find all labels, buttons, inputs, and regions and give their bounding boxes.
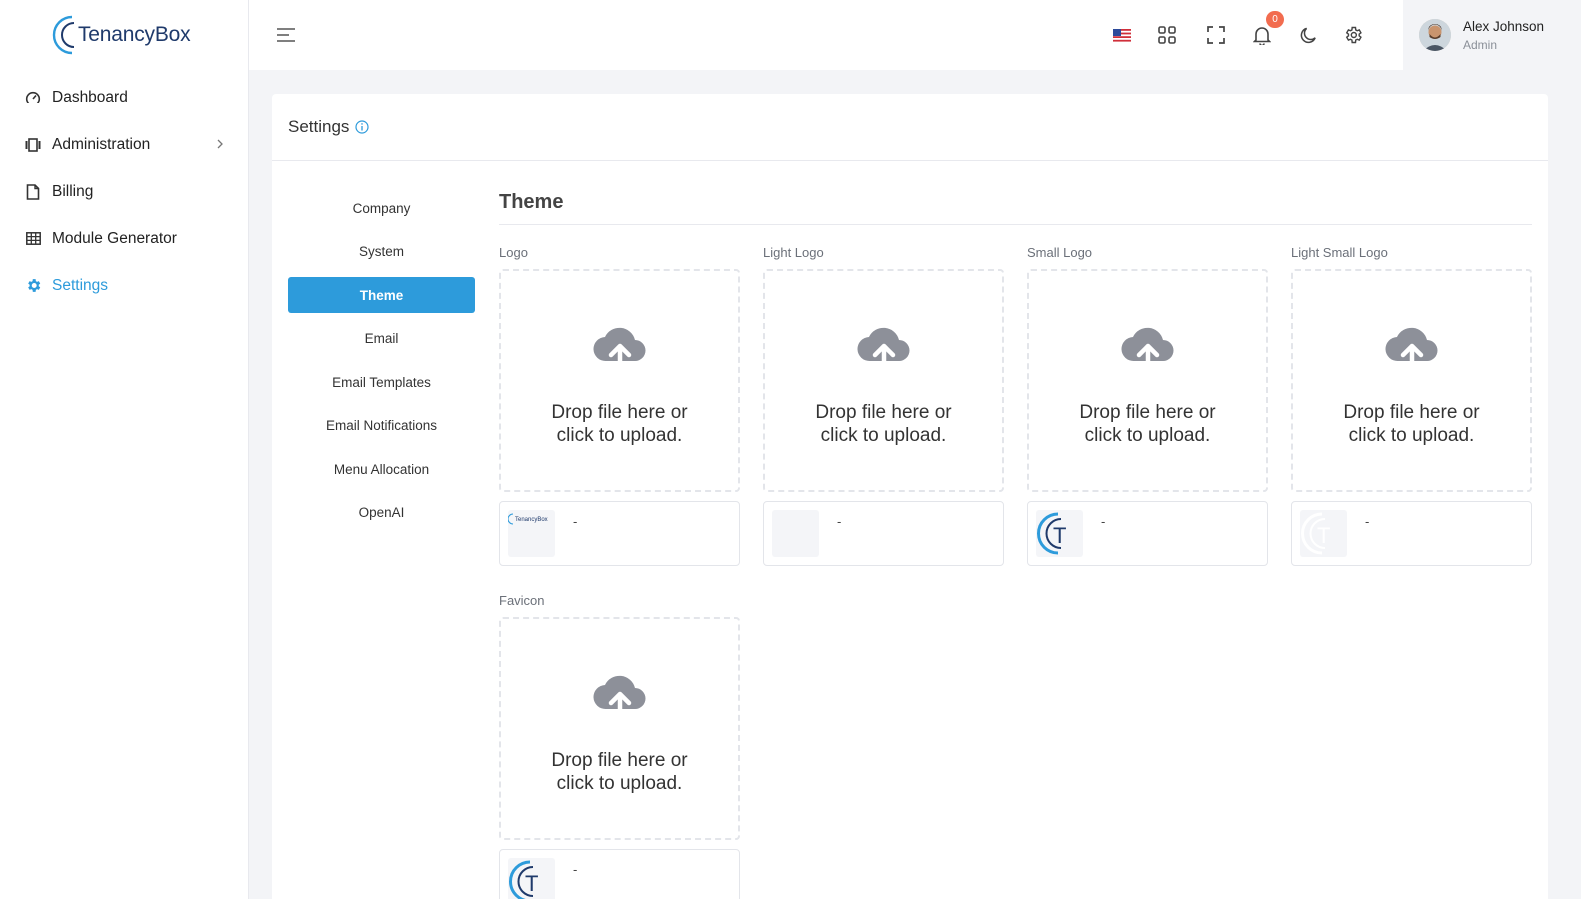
dark-mode-moon-icon[interactable]: [1296, 23, 1320, 47]
favicon-field: Favicon Drop file here or click to upload…: [499, 592, 740, 899]
dropzone-text: Drop file here or click to upload.: [815, 402, 952, 446]
field-label: Favicon: [499, 593, 545, 608]
preview-filename: -: [1101, 514, 1106, 529]
light-logo-thumbnail: [772, 510, 819, 557]
favicon-preview[interactable]: T -: [499, 849, 740, 899]
small-logo-preview[interactable]: T -: [1027, 501, 1268, 566]
info-icon[interactable]: [355, 120, 370, 134]
avatar: [1419, 19, 1451, 51]
sidebar-item-settings[interactable]: Settings: [0, 262, 248, 309]
logo-field: Logo Drop file here or click to upload. T…: [499, 244, 740, 566]
chevron-right-icon: [216, 137, 224, 155]
light-logo-preview[interactable]: -: [763, 501, 1004, 566]
topbar: 0 Alex Johnson Admin: [249, 0, 1581, 70]
light-small-logo-field: Light Small Logo Drop file here or click …: [1291, 244, 1532, 566]
tab-email-templates[interactable]: Email Templates: [288, 364, 475, 400]
sidebar-item-label: Settings: [52, 276, 109, 294]
settings-gear-icon[interactable]: [1341, 23, 1365, 47]
sidebar-item-label: Dashboard: [52, 88, 128, 106]
preview-filename: -: [837, 514, 842, 529]
svg-text:T: T: [1317, 523, 1330, 548]
field-label: Small Logo: [1027, 245, 1093, 260]
sidebar-item-label: Administration: [52, 135, 151, 153]
light-small-logo-preview[interactable]: T -: [1291, 501, 1532, 566]
small-logo-thumbnail: T: [1036, 510, 1083, 557]
field-label: Logo: [499, 245, 528, 260]
sidebar-nav: Dashboard Administration Billing Module …: [0, 70, 248, 309]
tab-system[interactable]: System: [288, 234, 475, 270]
brand-mark-icon: [52, 15, 75, 55]
sidebar-item-label: Billing: [52, 182, 94, 200]
tab-email-notifications[interactable]: Email Notifications: [288, 408, 475, 444]
user-name: Alex Johnson: [1463, 18, 1545, 34]
cloud-upload-icon: [1384, 327, 1437, 373]
light-logo-dropzone[interactable]: Drop file here or click to upload.: [763, 269, 1004, 492]
page-title: Settings: [288, 117, 350, 136]
sidebar-item-module-generator[interactable]: Module Generator: [0, 215, 248, 262]
grid-icon: [24, 230, 42, 248]
brand-name: TenancyBox: [78, 23, 191, 46]
sidebar-item-billing[interactable]: Billing: [0, 168, 248, 215]
small-logo-field: Small Logo Drop file here or click to upl…: [1027, 244, 1268, 566]
preview-filename: -: [1365, 514, 1370, 529]
preview-filename: -: [573, 514, 578, 529]
favicon-dropzone[interactable]: Drop file here or click to upload.: [499, 617, 740, 840]
logo-dropzone[interactable]: Drop file here or click to upload.: [499, 269, 740, 492]
menu-toggle-icon[interactable]: [275, 24, 297, 46]
light-small-logo-dropzone[interactable]: Drop file here or click to upload.: [1291, 269, 1532, 492]
dropzone-text: Drop file here or click to upload.: [551, 750, 688, 794]
tab-theme[interactable]: Theme: [288, 277, 475, 313]
cloud-upload-icon: [592, 675, 645, 721]
gear-icon: [24, 277, 42, 295]
light-small-logo-thumbnail: T: [1300, 510, 1347, 557]
tab-openai[interactable]: OpenAI: [288, 495, 475, 531]
tab-menu-allocation[interactable]: Menu Allocation: [288, 451, 475, 487]
svg-text:T: T: [525, 871, 538, 896]
logo-preview[interactable]: TenancyBox -: [499, 501, 740, 566]
tab-email[interactable]: Email: [288, 321, 475, 357]
fullscreen-icon[interactable]: [1204, 23, 1228, 47]
svg-text:T: T: [1053, 523, 1066, 548]
language-flag-icon[interactable]: [1110, 23, 1134, 47]
file-icon: [24, 183, 42, 201]
card-header: Settings: [272, 94, 1548, 161]
preview-filename: -: [573, 862, 578, 877]
brand-logo[interactable]: TenancyBox: [0, 0, 248, 70]
cloud-upload-icon: [592, 327, 645, 373]
speedometer-icon: [24, 89, 42, 107]
tab-company[interactable]: Company: [288, 190, 475, 226]
svg-text:TenancyBox: TenancyBox: [515, 517, 548, 523]
sidebar: TenancyBox Dashboard Administration Bill…: [0, 0, 249, 899]
favicon-thumbnail: T: [508, 858, 555, 899]
sidebar-item-label: Module Generator: [52, 229, 177, 247]
field-label: Light Small Logo: [1291, 245, 1388, 260]
admin-icon: [24, 136, 42, 154]
dropzone-text: Drop file here or click to upload.: [551, 402, 688, 446]
light-logo-field: Light Logo Drop file here or click to upl…: [763, 244, 1004, 566]
small-logo-dropzone[interactable]: Drop file here or click to upload.: [1027, 269, 1268, 492]
logo-thumbnail: TenancyBox: [508, 510, 555, 557]
sidebar-item-dashboard[interactable]: Dashboard: [0, 74, 248, 121]
cloud-upload-icon: [1120, 327, 1173, 373]
apps-grid-icon[interactable]: [1155, 23, 1179, 47]
cloud-upload-icon: [856, 327, 909, 373]
theme-section: Theme Logo Drop file here or click to upl…: [499, 191, 1532, 899]
sidebar-item-administration[interactable]: Administration: [0, 121, 248, 168]
section-title: Theme: [499, 191, 1532, 225]
settings-card: Settings Company System Theme Email Emai…: [272, 94, 1548, 899]
settings-tabs: Company System Theme Email Email Templat…: [288, 190, 475, 538]
notification-bell-icon[interactable]: 0: [1250, 11, 1284, 47]
dropzone-text: Drop file here or click to upload.: [1079, 402, 1216, 446]
user-role: Admin: [1463, 37, 1498, 52]
dropzone-text: Drop file here or click to upload.: [1343, 402, 1480, 446]
field-label: Light Logo: [763, 245, 824, 260]
notification-count-badge: 0: [1266, 11, 1284, 28]
user-menu[interactable]: Alex Johnson Admin: [1403, 0, 1581, 70]
